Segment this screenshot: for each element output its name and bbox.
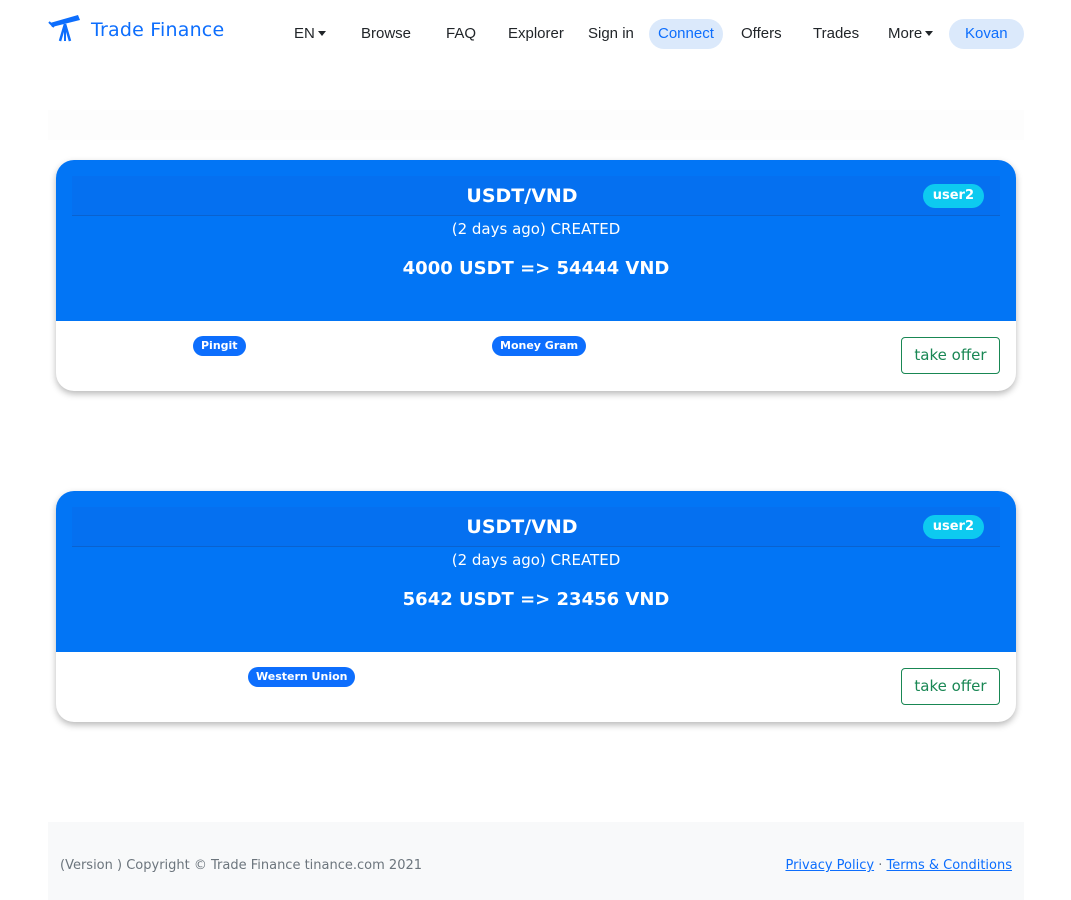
nav-explorer[interactable]: Explorer [508, 19, 564, 49]
offer-pair: USDT/VND [466, 185, 578, 207]
payment-method-badge: Money Gram [492, 336, 587, 356]
offer-status: (2 days ago) CREATED [451, 220, 621, 238]
more-label: More [888, 25, 923, 42]
offer-card: USDT/VND user2 (2 days ago) CREATED 4000… [56, 160, 1016, 391]
user-badge[interactable]: user2 [922, 184, 984, 208]
payment-method-badge: Pingit [193, 336, 246, 356]
terms-link[interactable]: Terms & Conditions [887, 858, 1013, 873]
user-badge[interactable]: user2 [922, 515, 984, 539]
offer-amount: 5642 USDT => 23456 VND [402, 589, 670, 610]
offer-amount: 4000 USDT => 54444 VND [402, 258, 670, 279]
language-dropdown[interactable]: EN [294, 19, 326, 49]
more-dropdown[interactable]: More [888, 19, 934, 49]
footer-links: Privacy Policy · Terms & Conditions [785, 858, 1012, 873]
offer-card-body: USDT/VND user2 (2 days ago) CREATED 4000… [56, 160, 1016, 321]
language-label: EN [294, 25, 315, 42]
nav-trades[interactable]: Trades [813, 19, 859, 49]
offer-card: USDT/VND user2 (2 days ago) CREATED 5642… [56, 491, 1016, 722]
offer-card-body: USDT/VND user2 (2 days ago) CREATED 5642… [56, 491, 1016, 652]
footer: (Version ) Copyright © Trade Finance tin… [48, 822, 1024, 900]
offer-card-header: USDT/VND user2 [72, 176, 1000, 216]
nav-browse[interactable]: Browse [361, 19, 411, 49]
brand-name: Trade Finance [91, 19, 225, 41]
content-strip [48, 110, 1024, 140]
privacy-policy-link[interactable]: Privacy Policy [785, 858, 874, 873]
offer-pair: USDT/VND [466, 516, 578, 538]
nav-offers[interactable]: Offers [741, 19, 782, 49]
payment-method-badge: Western Union [248, 667, 356, 687]
take-offer-button[interactable]: take offer [901, 337, 1000, 374]
network-button[interactable]: Kovan [949, 19, 1024, 49]
footer-separator: · [878, 858, 883, 873]
offer-status: (2 days ago) CREATED [451, 551, 621, 569]
caret-down-icon [925, 30, 934, 36]
connect-button[interactable]: Connect [649, 19, 723, 49]
caret-down-icon [317, 30, 326, 36]
nav-sign-in[interactable]: Sign in [588, 19, 634, 49]
copyright-text: (Version ) Copyright © Trade Finance tin… [60, 858, 423, 873]
brand-link[interactable]: Trade Finance [48, 14, 224, 46]
offer-card-header: USDT/VND user2 [72, 507, 1000, 547]
navbar: Trade Finance EN Browse FAQ Explorer Sig… [48, 0, 1024, 70]
telescope-logo-icon [48, 13, 82, 47]
take-offer-button[interactable]: take offer [901, 668, 1000, 705]
nav-faq[interactable]: FAQ [446, 19, 476, 49]
